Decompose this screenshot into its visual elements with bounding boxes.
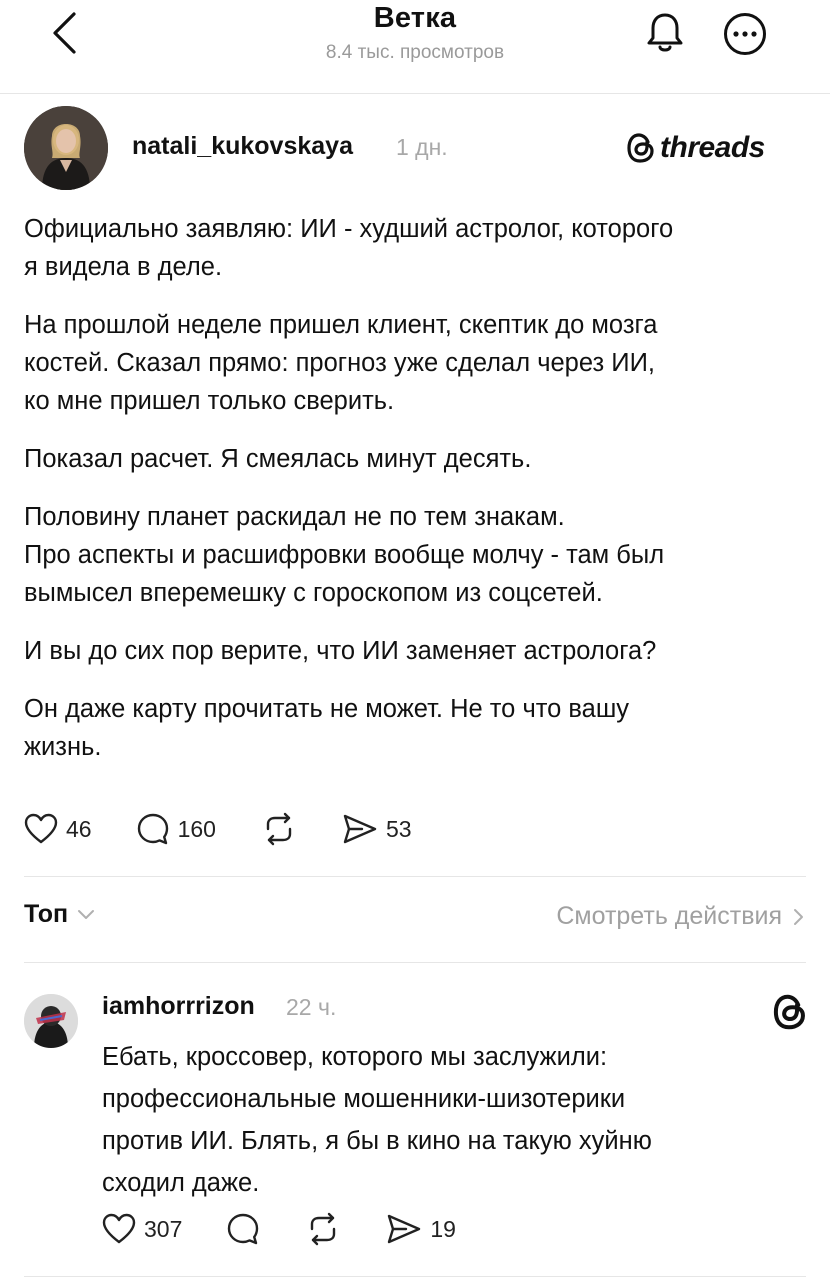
threads-icon: [773, 994, 805, 1030]
text-line: Он даже карту прочитать не может. Не то …: [24, 695, 630, 723]
comment-icon: [228, 1213, 259, 1245]
text-line: Ебать, кроссовер, которого мы заслужили:: [102, 1043, 608, 1071]
chevron-right-icon: [794, 908, 803, 925]
more-options-button[interactable]: [722, 11, 768, 57]
threads-icon: [627, 133, 654, 163]
text-line: я видела в деле.: [24, 253, 223, 281]
text-line: Официально заявляю: ИИ - худший астролог…: [24, 215, 674, 243]
reply-repost-button[interactable]: [304, 1212, 342, 1246]
post-paragraph: На прошлой неделе пришел клиент, скептик…: [24, 306, 804, 420]
notifications-button[interactable]: [642, 10, 688, 56]
text-line: И вы до сих пор верите, что ИИ заменяет …: [24, 637, 657, 665]
heart-icon: [102, 1213, 136, 1244]
share-count: 53: [385, 815, 412, 842]
share-button[interactable]: 53: [342, 813, 412, 845]
sort-label: Топ: [24, 900, 69, 928]
more-icon: [724, 13, 766, 55]
thread-header: Ветка 8.4 тыс. просмотров: [0, 0, 830, 94]
threads-wordmark: threads: [660, 131, 765, 164]
post-paragraph: Показал расчет. Я смеялась минут десять.: [24, 440, 804, 478]
reply-actions: 307 19: [102, 1212, 500, 1246]
like-count: 46: [66, 815, 92, 842]
view-count: 8.4 тыс. просмотров: [325, 42, 505, 63]
text-line: Половину планет раскидал не по тем знака…: [24, 503, 565, 531]
page-title: Ветка: [373, 2, 457, 34]
text-line: Про аспекты и расшифровки вообще молчу -…: [24, 541, 665, 569]
author-avatar[interactable]: [24, 106, 108, 190]
reply-threads-badge: [770, 992, 810, 1032]
post-body: Официально заявляю: ИИ - худший астролог…: [24, 210, 804, 786]
reply-like-button[interactable]: 307: [102, 1213, 182, 1245]
divider: [24, 962, 806, 963]
comment-button[interactable]: 160: [136, 812, 216, 846]
post-paragraph: Он даже карту прочитать не может. Не то …: [24, 690, 804, 766]
reply-body: Ебать, кроссовер, которого мы заслужили:…: [102, 1036, 802, 1204]
comment-icon: [137, 813, 168, 845]
repost-icon: [311, 1212, 336, 1246]
text-line: ко мне пришел только сверить.: [24, 387, 395, 415]
divider: [24, 876, 806, 877]
reply-comment-button[interactable]: [226, 1212, 260, 1246]
text-line: На прошлой неделе пришел клиент, скептик…: [24, 311, 658, 339]
post-paragraph: Официально заявляю: ИИ - худший астролог…: [24, 210, 804, 286]
reply-like-count: 307: [144, 1215, 183, 1242]
like-button[interactable]: 46: [24, 813, 92, 845]
sort-dropdown[interactable]: Топ: [24, 900, 96, 929]
text-line: сходил даже.: [102, 1169, 260, 1197]
text-line: вымысел вперемешку с гороскопом из соцсе…: [24, 579, 603, 607]
text-line: костей. Сказал прямо: прогноз уже сделал…: [24, 349, 655, 377]
post-paragraph: И вы до сих пор верите, что ИИ заменяет …: [24, 632, 804, 670]
reply-author-avatar[interactable]: [24, 994, 78, 1048]
reply-share-button[interactable]: 19: [386, 1213, 456, 1245]
reply-timestamp: 22 ч.: [286, 994, 337, 1020]
reply-author-name[interactable]: iamhorrrizon: [102, 992, 255, 1021]
heart-icon: [24, 813, 58, 844]
reply-share-count: 19: [430, 1215, 456, 1242]
activity-label: Смотреть действия: [556, 902, 782, 930]
divider: [24, 1276, 806, 1277]
replies-toolbar: Топ Смотреть действия: [24, 900, 806, 940]
post-paragraph: Половину планет раскидал не по тем знака…: [24, 498, 804, 612]
threads-logo: threads: [626, 126, 765, 170]
text-line: жизнь.: [24, 733, 102, 761]
text-line: Показал расчет. Я смеялась минут десять.: [24, 445, 532, 473]
send-icon: [343, 814, 377, 844]
comment-count: 160: [177, 815, 216, 842]
post-author-name[interactable]: natali_kukovskaya: [132, 132, 353, 161]
bell-icon: [647, 13, 683, 52]
view-activity-link[interactable]: Смотреть действия: [556, 902, 806, 931]
post-timestamp: 1 дн.: [396, 134, 448, 160]
send-icon: [388, 1214, 421, 1244]
post-actions: 46 160 53: [24, 812, 456, 846]
text-line: против ИИ. Блять, я бы в кино на такую х…: [102, 1127, 652, 1155]
text-line: профессиональные мошенники-шизотерики: [102, 1085, 626, 1113]
repost-button[interactable]: [260, 812, 298, 846]
chevron-down-icon: [78, 909, 95, 919]
repost-icon: [266, 812, 292, 846]
